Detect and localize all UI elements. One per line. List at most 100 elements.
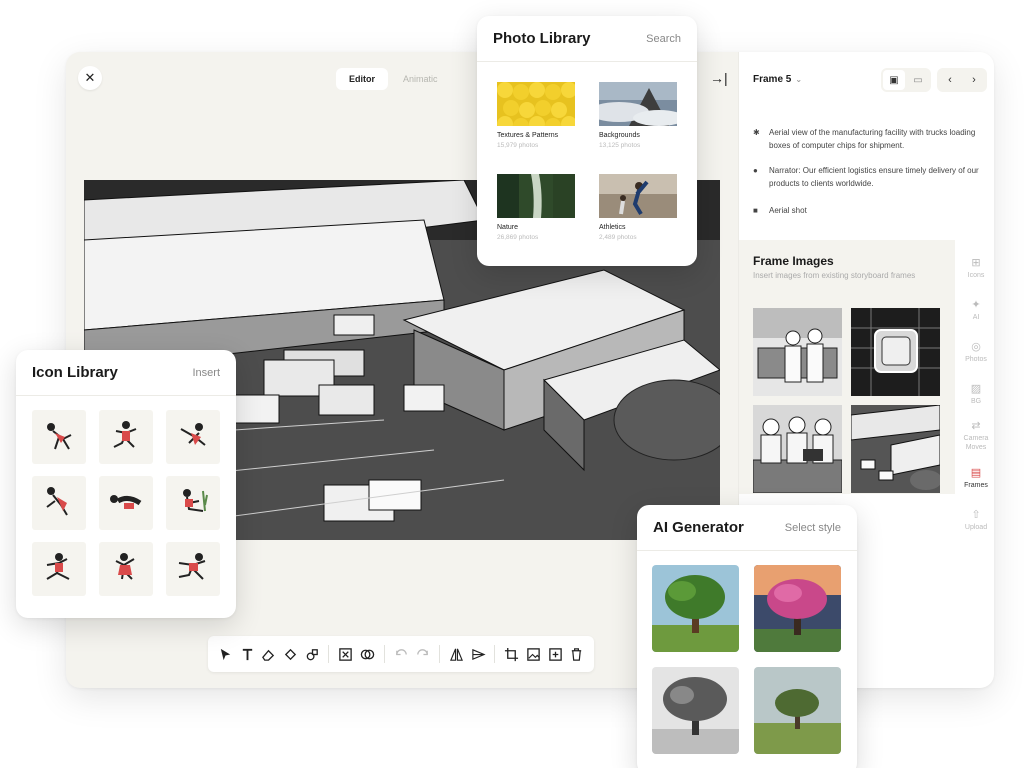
comment-icon: ▭ <box>913 74 923 86</box>
person-tumbling-icon <box>180 423 206 446</box>
select-tool[interactable] <box>216 644 235 664</box>
side-tab-frames[interactable]: ▤ Frames <box>957 458 994 500</box>
photo-category-backgrounds[interactable]: Backgrounds 13,125 photos <box>593 76 683 158</box>
previous-frame-button[interactable]: ‹ <box>939 70 961 90</box>
side-tab-photos[interactable]: ◎ Photos <box>957 332 994 374</box>
chevron-right-icon: › <box>972 74 976 86</box>
perspective-tool[interactable] <box>469 644 488 664</box>
person-sprinting-icon <box>178 553 206 580</box>
ai-style-option[interactable] <box>754 667 841 754</box>
frames-icon: ▤ <box>970 466 982 479</box>
image-view-button[interactable]: ▣ <box>883 70 905 90</box>
icon-item[interactable] <box>166 476 220 530</box>
background-icon: ▨ <box>970 382 982 395</box>
comment-view-button[interactable]: ▭ <box>907 70 929 90</box>
close-icon: ✕ <box>84 70 96 85</box>
side-tab-icons[interactable]: ⊞ Icons <box>957 248 994 290</box>
side-tab-bg[interactable]: ▨ BG <box>957 374 994 416</box>
shapes-tool[interactable] <box>303 644 322 664</box>
collapse-panel-button[interactable]: →| <box>710 70 728 86</box>
icon-item[interactable] <box>99 410 153 464</box>
camera-description[interactable]: ■ Aerial shot <box>753 204 983 217</box>
icon-item[interactable] <box>166 542 220 596</box>
icon-item[interactable] <box>32 542 86 596</box>
photo-category-nature[interactable]: Nature 26,869 photos <box>491 168 581 250</box>
category-name: Backgrounds <box>599 132 640 139</box>
photo-category-athletics[interactable]: Athletics 2,489 photos <box>593 168 683 250</box>
side-tab-upload[interactable]: ⇧ Upload <box>957 500 994 542</box>
person-falling-icon <box>47 423 72 450</box>
factory-aerial-image <box>851 405 940 493</box>
delete-tool[interactable] <box>567 644 586 664</box>
tab-editor[interactable]: Editor <box>336 68 388 90</box>
frame-image-thumbnail[interactable] <box>753 308 842 396</box>
crop-tool[interactable] <box>502 644 521 664</box>
toolbar-divider <box>328 645 330 663</box>
text-tool[interactable] <box>238 644 257 664</box>
crop-icon <box>505 647 519 661</box>
side-tab-label: Upload <box>964 523 988 531</box>
meadow-tree-image <box>754 667 841 754</box>
replace-image-tool[interactable] <box>524 644 543 664</box>
icon-item[interactable] <box>99 542 153 596</box>
add-layer-tool[interactable] <box>546 644 565 664</box>
green-tree-image <box>652 565 739 652</box>
side-tab-camera-moves[interactable]: ⇄ Camera Moves <box>957 416 994 458</box>
ai-generator-header: AI Generator Select style <box>637 505 857 551</box>
pink-tree-image <box>754 565 841 652</box>
frame-images-title: Frame Images <box>753 254 834 268</box>
side-tab-label: Photos <box>965 355 987 363</box>
icon-library-header: Icon Library Insert <box>16 350 236 396</box>
person-jumping-icon <box>113 421 137 448</box>
frame-selector[interactable]: Frame 5 ⌄ <box>753 74 802 85</box>
icon-item[interactable] <box>32 476 86 530</box>
overlap-circles-icon <box>360 649 375 659</box>
climber-image <box>599 174 677 218</box>
next-frame-button[interactable]: › <box>963 70 985 90</box>
box-x-icon <box>339 647 352 661</box>
ai-style-option[interactable] <box>652 667 739 754</box>
icon-library-card: Icon Library Insert <box>16 350 236 618</box>
close-button[interactable]: ✕ <box>78 66 102 90</box>
ai-generator-card: AI Generator Select style <box>637 505 857 768</box>
select-style-button[interactable]: Select style <box>785 522 841 534</box>
mask-tool[interactable] <box>358 644 377 664</box>
frame-images-grid <box>753 308 940 493</box>
camera-text: Aerial shot <box>769 206 807 215</box>
undo-icon <box>395 648 407 655</box>
flip-tool[interactable] <box>447 644 466 664</box>
redo-icon <box>417 648 429 655</box>
action-description[interactable]: ✱ Aerial view of the manufacturing facil… <box>753 126 983 152</box>
ai-style-grid <box>652 565 841 754</box>
ai-style-option[interactable] <box>754 565 841 652</box>
remove-background-tool[interactable] <box>336 644 355 664</box>
tab-animatic[interactable]: Animatic <box>390 68 451 90</box>
frame-image-thumbnail[interactable] <box>851 405 940 493</box>
ai-style-option[interactable] <box>652 565 739 652</box>
undo-button[interactable] <box>392 644 411 664</box>
sketch-tree-image <box>652 667 739 754</box>
chevron-down-icon: ⌄ <box>795 75 803 84</box>
frame-image-thumbnail[interactable] <box>851 308 940 396</box>
icon-insert-button[interactable]: Insert <box>192 367 220 379</box>
category-count: 13,125 photos <box>599 142 641 149</box>
image-icon: ▣ <box>889 74 899 86</box>
chevron-left-icon: ‹ <box>948 74 952 86</box>
person-diving-icon <box>46 487 68 516</box>
redo-button[interactable] <box>413 644 432 664</box>
narration-description[interactable]: ● Narrator: Our efficient logistics ensu… <box>753 164 983 190</box>
eraser-tool[interactable] <box>259 644 278 664</box>
fill-tool[interactable] <box>281 644 300 664</box>
photo-category-textures[interactable]: Textures & Patterns 15,979 photos <box>491 76 581 158</box>
side-tab-ai[interactable]: ✦ AI <box>957 290 994 332</box>
person-lying-icon <box>110 495 142 509</box>
icon-item[interactable] <box>32 410 86 464</box>
photo-search-button[interactable]: Search <box>646 33 681 45</box>
collapse-icon: →| <box>710 70 728 86</box>
icon-item[interactable] <box>99 476 153 530</box>
frame-image-thumbnail[interactable] <box>753 405 842 493</box>
action-text: Aerial view of the manufacturing facilit… <box>769 128 976 150</box>
frame-navigation: ‹ › <box>937 68 987 92</box>
icon-item[interactable] <box>166 410 220 464</box>
category-thumbnail <box>497 82 575 126</box>
